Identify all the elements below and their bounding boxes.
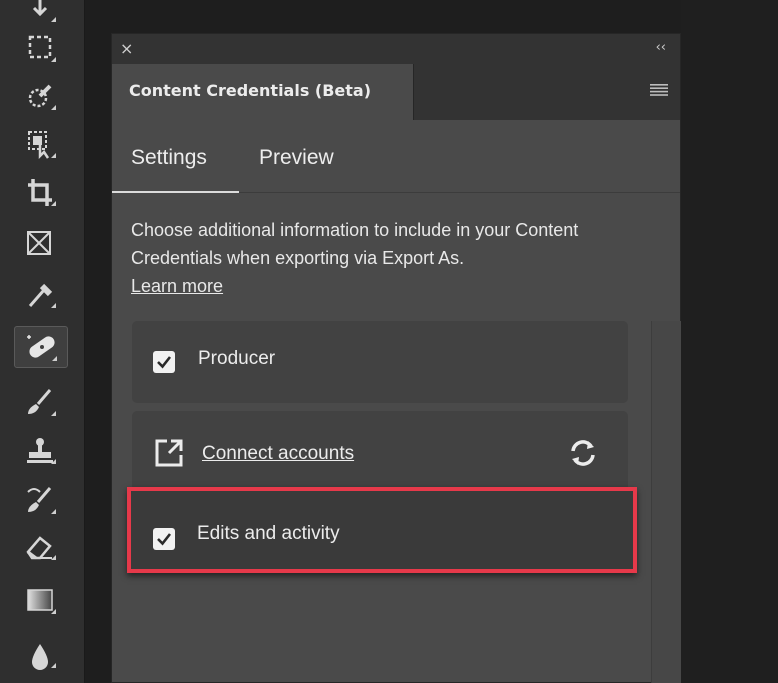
gradient-tool[interactable] xyxy=(14,580,66,620)
panel-tab-bar: Content Credentials (Beta) xyxy=(112,64,680,120)
quick-selection-tool[interactable] xyxy=(14,76,66,116)
canvas-area xyxy=(681,0,778,683)
object-selection-tool[interactable] xyxy=(14,124,66,164)
panel-tab-content-credentials[interactable]: Content Credentials (Beta) xyxy=(112,64,414,120)
description: Choose additional information to include… xyxy=(131,216,651,300)
blur-tool[interactable] xyxy=(14,634,66,674)
frame-tool[interactable] xyxy=(14,224,66,264)
spot-healing-brush-tool[interactable] xyxy=(14,326,68,368)
collapse-icon[interactable]: ‹‹ xyxy=(656,38,666,58)
highlight-box xyxy=(127,487,637,573)
panel-subtabs: Settings Preview xyxy=(112,120,680,194)
move-tool[interactable] xyxy=(14,0,66,28)
crop-tool[interactable] xyxy=(14,172,66,212)
checkmark-icon xyxy=(157,356,172,369)
frame-tool-icon xyxy=(27,231,51,255)
panel-title: Content Credentials (Beta) xyxy=(129,81,372,100)
description-text: Choose additional information to include… xyxy=(131,220,579,268)
eraser-tool[interactable] xyxy=(14,526,66,566)
clone-stamp-tool[interactable] xyxy=(14,430,66,470)
connect-accounts-link[interactable]: Connect accounts xyxy=(202,443,354,465)
active-tab-indicator xyxy=(112,191,239,193)
learn-more-link[interactable]: Learn more xyxy=(131,276,223,296)
tools-toolbar xyxy=(0,0,85,683)
brush-tool[interactable] xyxy=(14,382,66,422)
external-link-icon xyxy=(155,439,183,467)
content-credentials-panel: × ‹‹ Content Credentials (Beta) Settings… xyxy=(111,33,681,683)
producer-label: Producer xyxy=(198,348,276,369)
producer-option-card: Producer xyxy=(132,321,628,403)
producer-checkbox[interactable] xyxy=(153,351,175,373)
refresh-icon[interactable] xyxy=(568,438,598,468)
history-brush-tool[interactable] xyxy=(14,480,66,520)
blur-tool-icon xyxy=(32,644,48,670)
tab-settings[interactable]: Settings xyxy=(131,146,207,170)
eyedropper-tool[interactable] xyxy=(14,274,66,314)
marquee-tool[interactable] xyxy=(14,28,66,68)
close-icon[interactable]: × xyxy=(120,36,133,62)
scrollbar-track[interactable] xyxy=(651,321,681,683)
tab-preview[interactable]: Preview xyxy=(259,146,334,170)
panel-header-bar: × ‹‹ xyxy=(112,34,680,64)
hamburger-icon[interactable] xyxy=(650,84,668,96)
